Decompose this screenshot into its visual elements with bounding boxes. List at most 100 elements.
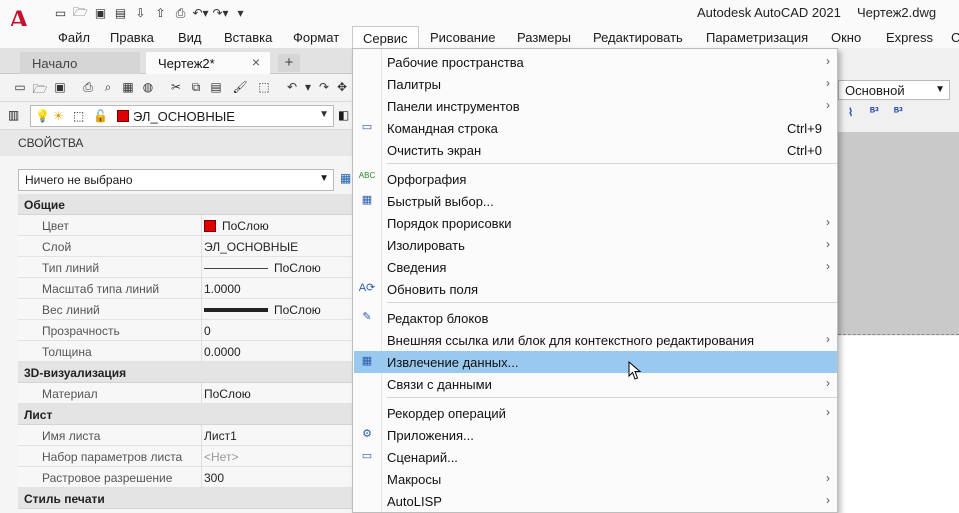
new-tab-button[interactable]: + <box>278 54 300 72</box>
menu-item-workspaces[interactable]: Рабочие пространства › <box>354 51 837 73</box>
menu-draw[interactable]: Рисование <box>430 30 495 45</box>
chevron-down-icon[interactable]: ▾ <box>300 80 316 96</box>
copy-icon[interactable]: ⧉ <box>188 80 204 96</box>
open-from-web-icon[interactable]: ⇩ <box>132 5 149 22</box>
prop-row-lineweight[interactable]: Вес линий ПоСлою <box>18 299 352 320</box>
make-current-icon[interactable]: ◧ <box>338 108 349 122</box>
plot-icon[interactable]: ⎙ <box>172 5 189 22</box>
menu-item-macros[interactable]: Макросы › <box>354 468 837 490</box>
redo-icon[interactable]: ↷▾ <box>212 5 229 22</box>
save-as-icon[interactable]: ▤ <box>112 5 129 22</box>
menu-item-block-editor[interactable]: ✎ Редактор блоков <box>354 307 837 329</box>
prop-row-material[interactable]: Материал ПоСлою <box>18 383 352 404</box>
block-sync-icon[interactable]: ᴮ³ <box>894 106 912 126</box>
chevron-right-icon: › <box>826 332 830 346</box>
save-to-web-icon[interactable]: ⇧ <box>152 5 169 22</box>
category-plot-style[interactable]: Стиль печати <box>18 488 352 509</box>
prop-row-color[interactable]: Цвет ПоСлою <box>18 215 352 236</box>
menu-dimension[interactable]: Размеры <box>517 30 571 45</box>
menu-express[interactable]: Express <box>886 30 933 45</box>
menu-format[interactable]: Формат <box>293 30 339 45</box>
menu-item-draw-order[interactable]: Порядок прорисовки › <box>354 212 837 234</box>
unlock-icon[interactable]: 🔓 <box>93 109 108 123</box>
menu-item-label: Извлечение данных... <box>387 355 519 370</box>
menu-file[interactable]: Файл <box>58 30 90 45</box>
menu-item-palettes[interactable]: Палитры › <box>354 73 837 95</box>
layer-dropdown[interactable]: 💡 ☀ ⬚ 🔓 ЭЛ_ОСНОВНЫЕ ▼ <box>30 105 334 127</box>
paste-icon[interactable]: ▤ <box>208 80 224 96</box>
web-icon[interactable]: ◍ <box>140 80 156 96</box>
layer-properties-icon[interactable]: ▥ <box>8 108 19 122</box>
save-icon[interactable]: ▣ <box>92 5 109 22</box>
menu-overflow[interactable]: С <box>951 30 959 45</box>
tab-start[interactable]: Начало <box>20 52 140 74</box>
sun-icon[interactable]: ☀ <box>53 109 64 123</box>
category-3d-visualization[interactable]: 3D-визуализация <box>18 362 352 383</box>
pan-icon[interactable]: ✥ <box>334 80 350 96</box>
menu-item-run-script[interactable]: ▭ Сценарий... <box>354 446 837 468</box>
undo-icon[interactable]: ↶▾ <box>192 5 209 22</box>
new-icon[interactable]: ▭ <box>12 80 28 96</box>
prop-row-thickness[interactable]: Толщина 0.0000 <box>18 341 352 362</box>
customize-icon[interactable]: ▾ <box>232 5 249 22</box>
category-general[interactable]: Общие <box>18 194 352 215</box>
prop-row-sheet-name[interactable]: Имя листа Лист1 <box>18 425 352 446</box>
save-icon[interactable]: ▣ <box>52 80 68 96</box>
menu-window[interactable]: Окно <box>831 30 861 45</box>
menu-view[interactable]: Вид <box>178 30 202 45</box>
match-properties-icon[interactable]: 🖌 <box>232 80 248 96</box>
block-icon[interactable]: ⬚ <box>256 80 272 96</box>
quick-select-icon[interactable]: ▦ <box>340 171 352 187</box>
prop-row-page-setup[interactable]: Набор параметров листа <Нет> <box>18 446 352 467</box>
open-icon[interactable]: 🗁 <box>32 80 48 96</box>
menu-item-action-recorder[interactable]: Рекордер операций › <box>354 402 837 424</box>
menu-parametric[interactable]: Параметризация <box>706 30 808 45</box>
prop-row-raster-resolution[interactable]: Растровое разрешение 300 <box>18 467 352 488</box>
menu-item-xref-in-place-edit[interactable]: Внешняя ссылка или блок для контекстного… <box>354 329 837 351</box>
menu-item-autolisp[interactable]: AutoLISP › <box>354 490 837 512</box>
prop-row-transparency[interactable]: Прозрачность 0 <box>18 320 352 341</box>
drawing-area-top[interactable] <box>838 132 959 335</box>
menu-item-quick-select[interactable]: ▦ Быстрый выбор... <box>354 190 837 212</box>
chevron-down-icon[interactable]: ▼ <box>319 109 329 120</box>
close-icon[interactable]: × <box>252 54 260 70</box>
viewport-freeze-icon[interactable]: ⬚ <box>73 109 84 123</box>
menu-item-load-application[interactable]: ⚙ Приложения... <box>354 424 837 446</box>
publish-icon[interactable]: ▦ <box>120 80 136 96</box>
chevron-down-icon[interactable]: ▼ <box>319 173 329 184</box>
menu-modify[interactable]: Редактировать <box>593 30 683 45</box>
lightbulb-icon[interactable]: 💡 <box>35 109 50 123</box>
plot-preview-icon[interactable]: ⌕ <box>100 80 116 96</box>
selection-dropdown[interactable]: Ничего не выбрано ▼ <box>18 169 334 191</box>
menu-edit[interactable]: Правка <box>110 30 154 45</box>
cut-icon[interactable]: ✂ <box>168 80 184 96</box>
multileader-icon[interactable]: ⌇ <box>848 106 866 126</box>
prop-row-linetype[interactable]: Тип линий ПоСлою <box>18 257 352 278</box>
menu-insert[interactable]: Вставка <box>224 30 272 45</box>
menu-item-toolbars[interactable]: Панели инструментов › <box>354 95 837 117</box>
menu-item-inquiry[interactable]: Сведения › <box>354 256 837 278</box>
menu-item-update-fields[interactable]: A⟳ Обновить поля <box>354 278 837 300</box>
menu-item-data-links[interactable]: Связи с данными › <box>354 373 837 395</box>
prop-value: 0 <box>204 324 211 338</box>
undo-icon[interactable]: ↶ <box>284 80 300 96</box>
menu-tools[interactable]: Сервис <box>352 26 419 48</box>
block-attribute-icon[interactable]: ᴮ³ <box>870 106 888 126</box>
menu-item-isolate[interactable]: Изолировать › <box>354 234 837 256</box>
prop-row-layer[interactable]: Слой ЭЛ_ОСНОВНЫЕ <box>18 236 352 257</box>
text-style-dropdown[interactable]: Основной ▼ <box>838 80 950 100</box>
menu-item-spelling[interactable]: ABC Орфография <box>354 168 837 190</box>
category-sheet[interactable]: Лист <box>18 404 352 425</box>
chevron-right-icon: › <box>826 98 830 112</box>
chevron-down-icon[interactable]: ▼ <box>935 84 945 95</box>
prop-row-ltscale[interactable]: Масштаб типа линий 1.0000 <box>18 278 352 299</box>
menu-item-command-line[interactable]: ▭ Командная строка Ctrl+9 <box>354 117 837 139</box>
drawing-area[interactable] <box>838 336 959 513</box>
redo-icon[interactable]: ↷ <box>316 80 332 96</box>
menu-item-data-extraction[interactable]: ▦ Извлечение данных... <box>354 351 837 373</box>
plot-icon[interactable]: ⎙ <box>80 80 96 96</box>
menu-item-clean-screen[interactable]: Очистить экран Ctrl+0 <box>354 139 837 161</box>
new-icon[interactable]: ▭ <box>52 5 69 22</box>
tab-drawing2[interactable]: Чертеж2* × <box>146 52 270 74</box>
open-icon[interactable]: 🗁 <box>72 5 89 22</box>
